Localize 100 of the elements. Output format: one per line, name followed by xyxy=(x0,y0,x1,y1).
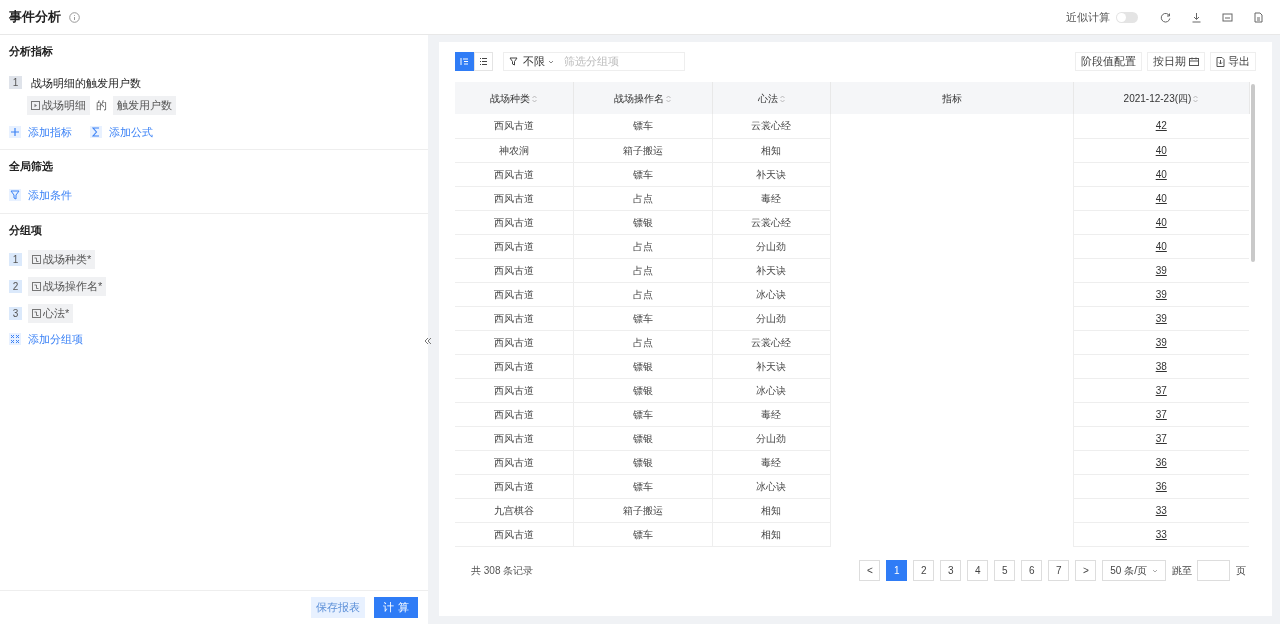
list-icon xyxy=(479,57,488,66)
section-title: 分析指标 xyxy=(9,44,54,59)
table-cell: 补天诀 xyxy=(712,258,830,282)
calculate-button[interactable]: 计 算 xyxy=(374,597,418,618)
value-link[interactable]: 39 xyxy=(1155,264,1167,276)
column-header[interactable]: 战场操作名 xyxy=(573,82,712,114)
table-cell: 镖银 xyxy=(573,426,712,450)
table-cell: 镖车 xyxy=(573,306,712,330)
info-icon xyxy=(69,11,80,23)
table-cell: 西风古道 xyxy=(455,378,573,402)
column-header[interactable]: 战场种类 xyxy=(455,82,573,114)
page-input[interactable] xyxy=(1197,560,1230,581)
page-button[interactable]: 7 xyxy=(1048,560,1070,581)
table-cell: 镖车 xyxy=(573,162,712,186)
table-cell: 镖车 xyxy=(573,114,712,138)
toggle-switch[interactable] xyxy=(1116,11,1138,23)
value-link[interactable]: 33 xyxy=(1155,528,1167,540)
table-cell: 西风古道 xyxy=(455,210,573,234)
table-cell: 西风古道 xyxy=(455,186,573,210)
page-button[interactable]: 1 xyxy=(886,560,908,581)
page-title: 事件分析 xyxy=(9,8,61,27)
column-header: 指标 xyxy=(830,82,1073,114)
export-button[interactable]: 导出 xyxy=(1210,52,1256,71)
page-button[interactable]: 4 xyxy=(967,560,989,581)
table-cell: 占点 xyxy=(573,330,712,354)
joiner-text: 的 xyxy=(95,98,108,114)
value-link[interactable]: 40 xyxy=(1155,216,1167,228)
collapse-icon xyxy=(424,337,432,345)
table-cell: 神农涧 xyxy=(455,138,573,162)
value-link[interactable]: 40 xyxy=(1155,192,1167,204)
value-link[interactable]: 33 xyxy=(1155,504,1167,516)
page-button[interactable]: 5 xyxy=(994,560,1016,581)
add-link[interactable]: 添加条件 xyxy=(9,187,72,204)
next-page-button[interactable]: > xyxy=(1075,560,1097,581)
scrollbar[interactable] xyxy=(1250,84,1255,262)
table-cell: 西风古道 xyxy=(455,282,573,306)
section-title: 全局筛选 xyxy=(9,158,54,174)
add-link[interactable]: 添加公式 xyxy=(90,124,153,141)
jump-label: 跳至 xyxy=(1172,564,1192,578)
filter-dropdown[interactable]: 不限 xyxy=(523,53,554,70)
table-cell: 相知 xyxy=(712,138,830,162)
value-link[interactable]: 40 xyxy=(1155,240,1167,252)
config-button[interactable]: 阶段值配置 xyxy=(1075,52,1142,71)
table-cell: 云裳心经 xyxy=(712,114,830,138)
list-view-button[interactable] xyxy=(474,52,493,71)
group-chip[interactable]: 战场操作名* xyxy=(28,277,107,296)
filter-field[interactable]: 不限 筛选分组项 xyxy=(503,52,685,71)
column-header[interactable]: 心法 xyxy=(712,82,830,114)
value-link[interactable]: 40 xyxy=(1155,144,1167,156)
export-icon xyxy=(1216,56,1225,67)
table-cell: 冰心诀 xyxy=(712,378,830,402)
table-cell: 西风古道 xyxy=(455,450,573,474)
table-cell: 西风古道 xyxy=(455,162,573,186)
page-size-dropdown[interactable]: 50 条/页 xyxy=(1102,560,1166,581)
index-badge: 2 xyxy=(9,280,22,293)
table-cell: 镖车 xyxy=(573,474,712,498)
value-link[interactable]: 37 xyxy=(1155,432,1167,444)
event-chip[interactable]: 战场明细 xyxy=(27,96,90,115)
plus-icon xyxy=(10,127,20,138)
date-button[interactable]: 按日期 xyxy=(1147,52,1205,71)
filter-icon xyxy=(509,57,518,66)
previous-page-button[interactable]: < xyxy=(859,560,881,581)
table-cell: 西风古道 xyxy=(455,234,573,258)
field-icon xyxy=(32,282,41,291)
table-cell: 占点 xyxy=(573,282,712,306)
value-link[interactable]: 36 xyxy=(1155,456,1167,468)
add-link[interactable]: 添加指标 xyxy=(9,124,72,141)
filter-icon xyxy=(10,190,20,201)
value-link[interactable]: 39 xyxy=(1155,336,1167,348)
table-cell: 九宫棋谷 xyxy=(455,498,573,522)
measure-chip[interactable]: 触发用户数 xyxy=(113,96,176,115)
page-button[interactable]: 2 xyxy=(913,560,935,581)
table-cell: 冰心诀 xyxy=(712,474,830,498)
table-cell: 西风古道 xyxy=(455,354,573,378)
add-link[interactable]: 添加分组项 xyxy=(9,331,83,348)
page-button[interactable]: 3 xyxy=(940,560,962,581)
value-link[interactable]: 40 xyxy=(1155,168,1167,180)
table-cell: 云裳心经 xyxy=(712,330,830,354)
page-button[interactable]: 6 xyxy=(1021,560,1043,581)
value-link[interactable]: 39 xyxy=(1155,288,1167,300)
table-cell: 占点 xyxy=(573,186,712,210)
play-box-icon xyxy=(31,101,40,110)
refresh-icon xyxy=(1160,11,1171,23)
value-link[interactable]: 37 xyxy=(1155,408,1167,420)
image-icon xyxy=(1222,11,1233,23)
metric-name: 战场明细的触发用户数 xyxy=(31,75,141,91)
table-cell: 箱子搬运 xyxy=(573,498,712,522)
table-cell: 西风古道 xyxy=(455,402,573,426)
calendar-icon xyxy=(1189,57,1199,66)
group-chip[interactable]: 战场种类* xyxy=(28,250,96,269)
value-link[interactable]: 39 xyxy=(1155,312,1167,324)
field-icon xyxy=(32,309,41,318)
table-cell: 占点 xyxy=(573,258,712,282)
column-header[interactable]: 2021-12-23(四) xyxy=(1073,82,1249,114)
value-link[interactable]: 36 xyxy=(1155,480,1167,492)
value-link[interactable]: 37 xyxy=(1155,384,1167,396)
value-link[interactable]: 42 xyxy=(1155,120,1167,132)
group-chip[interactable]: 心法* xyxy=(28,304,74,323)
table-cell: 分山劲 xyxy=(712,234,830,258)
value-link[interactable]: 38 xyxy=(1155,360,1167,372)
